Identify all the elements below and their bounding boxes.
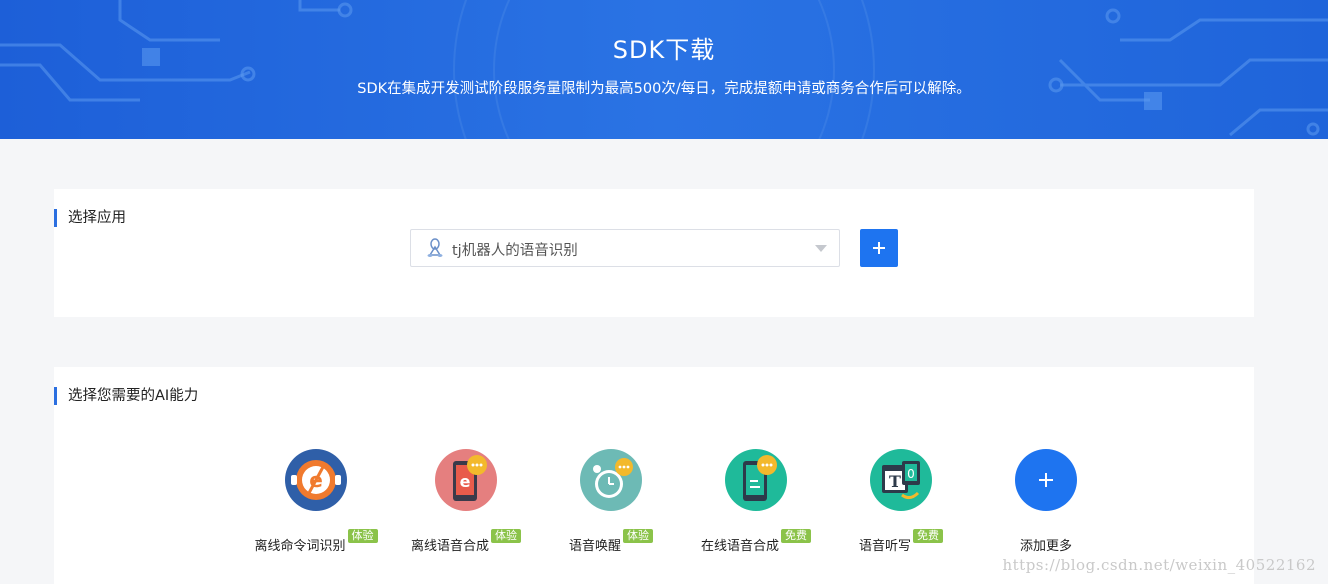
badge-trial: 体验: [623, 529, 653, 543]
ability-item[interactable]: 在线语音合成免费: [681, 449, 831, 559]
header-banner: SDK下载 SDK在集成开发测试阶段服务量限制为最高500次/每日，完成提额申请…: [0, 0, 1328, 139]
ability-item[interactable]: e 离线命令词识别体验: [241, 449, 391, 559]
ability-label: 在线语音合成: [700, 539, 779, 554]
badge-trial: 体验: [347, 529, 378, 543]
ability-list: e 离线命令词识别体验 e 离线语音合成体验: [54, 367, 1254, 584]
ability-label: 离线语音合成: [410, 539, 489, 554]
page-title: SDK下载: [612, 36, 716, 64]
badge-trial: 体验: [491, 529, 521, 543]
ability-item[interactable]: T 0 语音听写免费: [826, 449, 976, 559]
svg-text:0: 0: [907, 467, 915, 481]
app-select-value: tj机器人的语音识别: [452, 243, 578, 259]
badge-free: 免费: [781, 529, 811, 543]
online-tts-icon[interactable]: [725, 449, 787, 511]
ability-item[interactable]: e 离线语音合成体验: [391, 449, 541, 559]
wake-alarm-icon[interactable]: [580, 449, 642, 511]
app-select[interactable]: tj机器人的语音识别: [410, 229, 840, 267]
ability-item[interactable]: 添加更多: [971, 449, 1121, 559]
ai-capabilities-card: 选择您需要的AI能力 e 离线命令词识别体验 e: [54, 367, 1254, 584]
chevron-down-icon[interactable]: [815, 245, 827, 252]
ability-item[interactable]: 语音唤醒体验: [536, 449, 686, 559]
offline-command-icon[interactable]: e: [285, 449, 347, 511]
ability-label: 语音听写: [858, 539, 911, 554]
page-subtitle: SDK在集成开发测试阶段服务量限制为最高500次/每日，完成提额申请或商务合作后…: [357, 81, 971, 97]
plus-icon[interactable]: [1015, 449, 1077, 511]
ability-label: 语音唤醒: [568, 539, 621, 554]
badge-free: 免费: [913, 529, 943, 543]
svg-text:e: e: [460, 472, 471, 491]
offline-tts-icon[interactable]: e: [435, 449, 497, 511]
ability-label: 离线命令词识别: [254, 539, 346, 554]
add-app-button[interactable]: [860, 229, 898, 267]
dictation-icon[interactable]: T 0: [870, 449, 932, 511]
svg-text:T: T: [889, 472, 901, 491]
watermark: https://blog.csdn.net/weixin_40522162: [1002, 556, 1316, 574]
select-app-card: 选择应用 tj机器人的语音识别: [54, 189, 1254, 317]
ability-label: 添加更多: [1019, 539, 1072, 554]
circuit-decoration: [0, 0, 1328, 139]
select-app-title: 选择应用: [54, 209, 126, 227]
linux-penguin-icon: [426, 238, 444, 262]
